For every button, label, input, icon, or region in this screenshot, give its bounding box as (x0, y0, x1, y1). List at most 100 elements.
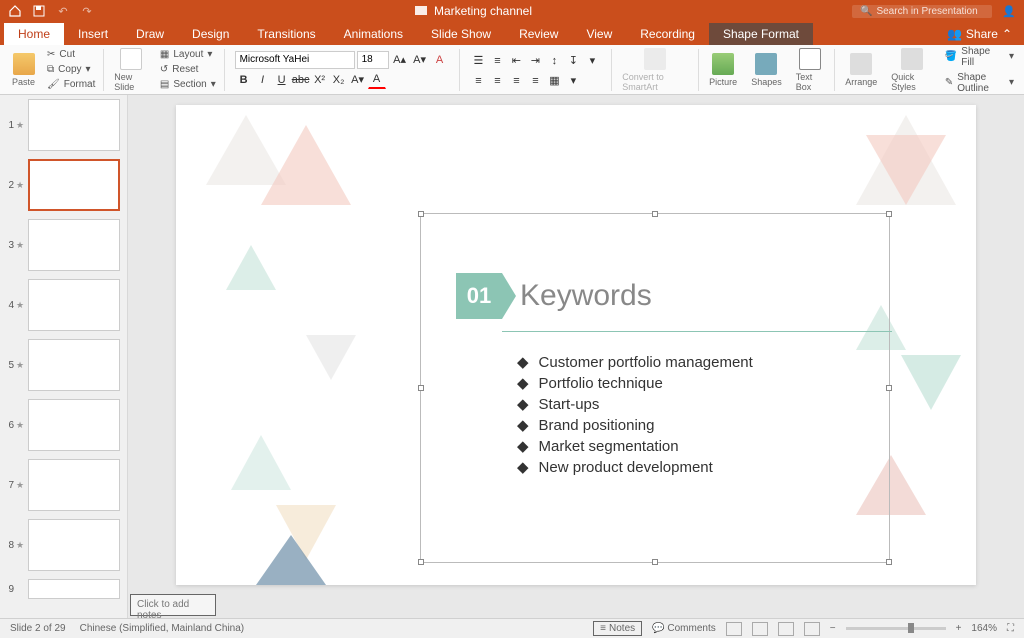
tab-review[interactable]: Review (505, 23, 572, 45)
smartart-button[interactable]: Convert to SmartArt (616, 47, 694, 93)
strike-button[interactable]: abc (292, 71, 310, 89)
tab-insert[interactable]: Insert (64, 23, 122, 45)
picture-button[interactable]: Picture (703, 47, 743, 93)
arrange-icon (850, 53, 872, 75)
align-text-button[interactable]: ▾ (583, 52, 601, 70)
save-icon[interactable] (32, 4, 46, 18)
thumb-6[interactable] (28, 399, 120, 451)
align-right-button[interactable]: ≡ (507, 72, 525, 90)
fit-window-button[interactable]: ⛶ (1007, 623, 1014, 634)
reset-button[interactable]: ↺Reset (156, 63, 220, 76)
section-button[interactable]: ▤Section ▾ (156, 78, 220, 91)
tab-shapeformat[interactable]: Shape Format (709, 23, 813, 45)
superscript-button[interactable]: X² (311, 71, 329, 89)
title-divider (502, 331, 892, 332)
document-title: Marketing channel (434, 4, 532, 18)
tab-recording[interactable]: Recording (626, 23, 709, 45)
workspace: 1★ 2★ 3★ 4★ 5★ 6★ 7★ 8★ 9 (0, 95, 1024, 618)
scissors-icon: ✂ (47, 49, 55, 60)
align-center-button[interactable]: ≡ (488, 72, 506, 90)
reading-view-button[interactable] (778, 622, 794, 636)
section-icon: ▤ (160, 79, 169, 90)
zoom-slider[interactable] (846, 627, 946, 630)
thumb-8[interactable] (28, 519, 120, 571)
presentation-icon (414, 4, 428, 18)
new-slide-icon (120, 48, 142, 70)
tab-view[interactable]: View (572, 23, 626, 45)
tab-transitions[interactable]: Transitions (243, 23, 329, 45)
slideshow-view-button[interactable] (804, 622, 820, 636)
sorter-view-button[interactable] (752, 622, 768, 636)
align-left-button[interactable]: ≡ (469, 72, 487, 90)
zoom-level[interactable]: 164% (971, 623, 997, 634)
indent-right-button[interactable]: ⇥ (526, 52, 544, 70)
underline-button[interactable]: U (273, 71, 291, 89)
more-para-button[interactable]: ▾ (564, 72, 582, 90)
deco-triangle (306, 335, 356, 380)
comments-button[interactable]: 💬 Comments (652, 623, 716, 634)
tab-design[interactable]: Design (178, 23, 243, 45)
increase-font-button[interactable]: A▴ (391, 51, 409, 69)
thumb-7[interactable] (28, 459, 120, 511)
zoom-in-button[interactable]: + (956, 623, 962, 634)
notes-input[interactable]: Click to add notes (130, 594, 216, 616)
shapefill-button[interactable]: 🪣Shape Fill ▾ (941, 45, 1018, 69)
thumb-2[interactable] (28, 159, 120, 211)
thumb-4[interactable] (28, 279, 120, 331)
cut-button[interactable]: ✂Cut (43, 48, 99, 61)
thumb-3[interactable] (28, 219, 120, 271)
normal-view-button[interactable] (726, 622, 742, 636)
decrease-font-button[interactable]: A▾ (411, 51, 429, 69)
layout-button[interactable]: ▦Layout ▾ (156, 48, 220, 61)
slide-title: 01 Keywords (456, 273, 652, 319)
zoom-out-button[interactable]: − (830, 623, 836, 634)
search-box[interactable]: 🔍 Search in Presentation (852, 5, 992, 18)
tab-draw[interactable]: Draw (122, 23, 178, 45)
thumb-1[interactable] (28, 99, 120, 151)
content-textbox[interactable]: Customer portfolio management Portfolio … (420, 213, 890, 563)
copy-button[interactable]: ⧉Copy ▾ (43, 63, 99, 76)
textbox-button[interactable]: Text Box (790, 47, 831, 93)
indent-left-button[interactable]: ⇤ (507, 52, 525, 70)
bold-button[interactable]: B (235, 71, 253, 89)
slide-canvas[interactable]: Customer portfolio management Portfolio … (176, 105, 976, 585)
undo-icon[interactable]: ↶ (56, 4, 70, 18)
subscript-button[interactable]: X₂ (330, 71, 348, 89)
notes-toggle[interactable]: ≡ Notes (593, 621, 642, 636)
new-slide-button[interactable]: New Slide (108, 47, 154, 93)
shapes-button[interactable]: Shapes (745, 47, 788, 93)
clear-format-button[interactable]: A (431, 51, 449, 69)
tab-animations[interactable]: Animations (330, 23, 417, 45)
user-icon[interactable]: 👤 (1002, 4, 1016, 18)
thumb-5[interactable] (28, 339, 120, 391)
bullets-list[interactable]: Customer portfolio management Portfolio … (517, 352, 889, 478)
arrange-button[interactable]: Arrange (839, 47, 883, 93)
font-size-select[interactable] (357, 51, 389, 69)
font-name-select[interactable] (235, 51, 355, 69)
redo-icon[interactable]: ↷ (80, 4, 94, 18)
share-button[interactable]: 👥Share⌃ (935, 23, 1024, 45)
text-direction-button[interactable]: ↧ (564, 52, 582, 70)
ribbon: Paste ✂Cut ⧉Copy ▾ 🖌Format New Slide ▦La… (0, 45, 1024, 95)
language-indicator[interactable]: Chinese (Simplified, Mainland China) (80, 623, 245, 634)
justify-button[interactable]: ≡ (526, 72, 544, 90)
paste-group[interactable]: Paste (6, 47, 41, 93)
format-painter-button[interactable]: 🖌Format (43, 78, 99, 91)
shapeoutline-button[interactable]: ✎Shape Outline ▾ (941, 71, 1018, 95)
thumb-9[interactable] (28, 579, 120, 599)
font-color-button[interactable]: A (368, 71, 386, 89)
quickstyles-button[interactable]: Quick Styles (885, 47, 939, 93)
italic-button[interactable]: I (254, 71, 272, 89)
slide-thumbnails[interactable]: 1★ 2★ 3★ 4★ 5★ 6★ 7★ 8★ 9 (0, 95, 128, 618)
numbering-button[interactable]: ≡ (488, 52, 506, 70)
brush-icon: 🖌 (47, 79, 60, 90)
tab-slideshow[interactable]: Slide Show (417, 23, 505, 45)
line-spacing-button[interactable]: ↕ (545, 52, 563, 70)
tab-home[interactable]: Home (4, 23, 64, 45)
smartart-icon (644, 48, 666, 70)
home-icon[interactable] (8, 4, 22, 18)
status-bar: Slide 2 of 29 Chinese (Simplified, Mainl… (0, 618, 1024, 638)
bullets-button[interactable]: ☰ (469, 52, 487, 70)
columns-button[interactable]: ▦ (545, 72, 563, 90)
highlight-button[interactable]: A▾ (349, 71, 367, 89)
